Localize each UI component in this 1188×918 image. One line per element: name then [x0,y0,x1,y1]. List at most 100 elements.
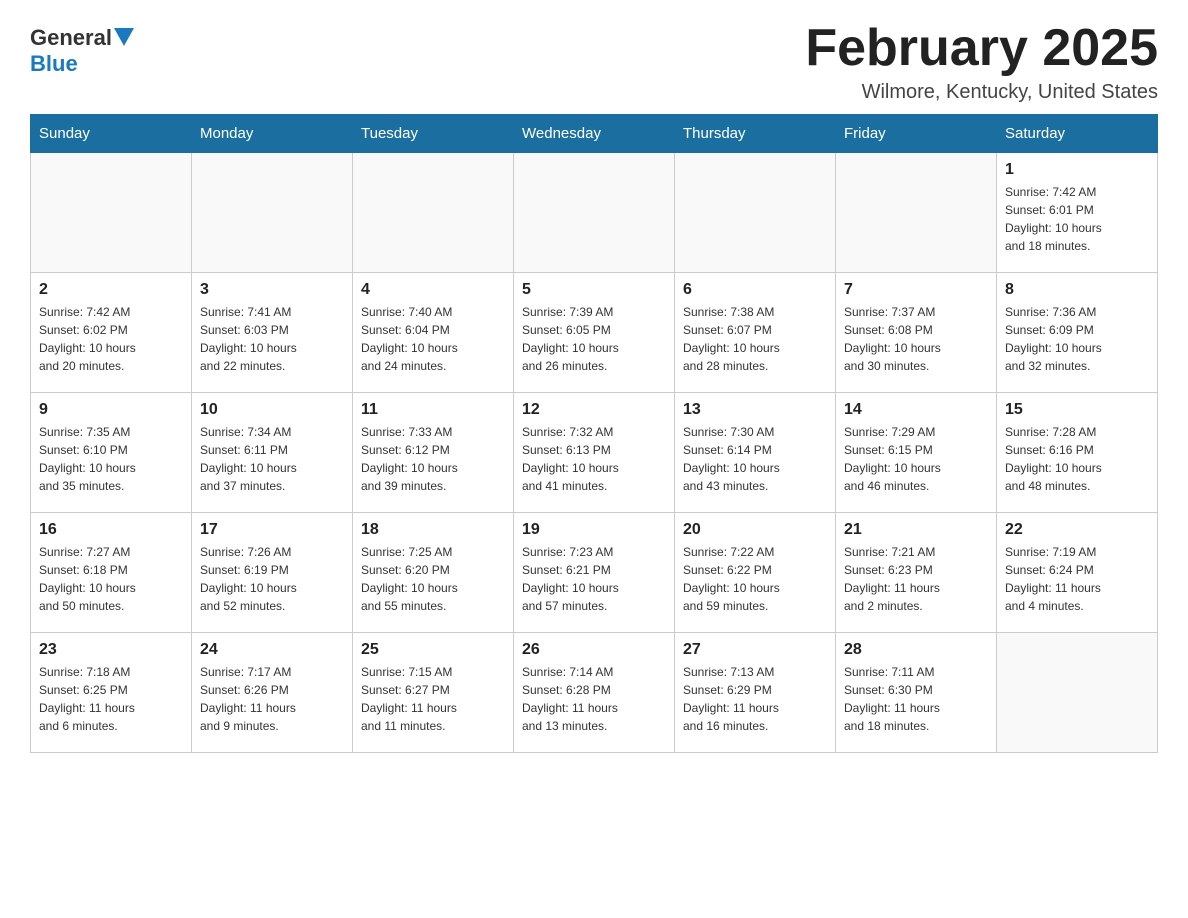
calendar-cell: 15 Sunrise: 7:28 AM Sunset: 6:16 PM Dayli… [997,393,1158,513]
calendar-cell [997,633,1158,753]
day-number: 9 [39,401,183,419]
calendar-cell: 9 Sunrise: 7:35 AM Sunset: 6:10 PM Daylig… [31,393,192,513]
day-info: Sunrise: 7:40 AM Sunset: 6:04 PM Dayligh… [361,303,505,375]
day-info: Sunrise: 7:41 AM Sunset: 6:03 PM Dayligh… [200,303,344,375]
day-number: 2 [39,281,183,299]
calendar-cell: 19 Sunrise: 7:23 AM Sunset: 6:21 PM Dayli… [514,513,675,633]
calendar-cell: 1 Sunrise: 7:42 AM Sunset: 6:01 PM Daylig… [997,153,1158,273]
day-number: 16 [39,521,183,539]
day-number: 24 [200,641,344,659]
day-info: Sunrise: 7:32 AM Sunset: 6:13 PM Dayligh… [522,423,666,495]
title-block: February 2025 Wilmore, Kentucky, United … [805,20,1158,104]
calendar-cell: 20 Sunrise: 7:22 AM Sunset: 6:22 PM Dayli… [675,513,836,633]
day-info: Sunrise: 7:26 AM Sunset: 6:19 PM Dayligh… [200,543,344,615]
day-number: 19 [522,521,666,539]
day-info: Sunrise: 7:42 AM Sunset: 6:01 PM Dayligh… [1005,183,1149,255]
day-number: 22 [1005,521,1149,539]
calendar-week-row: 16 Sunrise: 7:27 AM Sunset: 6:18 PM Dayli… [31,513,1158,633]
calendar-cell: 26Sunrise: 7:14 AM Sunset: 6:28 PM Dayli… [514,633,675,753]
calendar-cell [192,153,353,273]
day-info: Sunrise: 7:19 AM Sunset: 6:24 PM Dayligh… [1005,543,1149,615]
day-info: Sunrise: 7:25 AM Sunset: 6:20 PM Dayligh… [361,543,505,615]
day-info: Sunrise: 7:21 AM Sunset: 6:23 PM Dayligh… [844,543,988,615]
logo: General Blue [30,20,134,77]
header-friday: Friday [836,115,997,153]
calendar-cell: 14 Sunrise: 7:29 AM Sunset: 6:15 PM Dayli… [836,393,997,513]
calendar-cell: 11Sunrise: 7:33 AM Sunset: 6:12 PM Dayli… [353,393,514,513]
day-info: Sunrise: 7:27 AM Sunset: 6:18 PM Dayligh… [39,543,183,615]
day-info: Sunrise: 7:17 AM Sunset: 6:26 PM Dayligh… [200,663,344,735]
calendar-cell: 16 Sunrise: 7:27 AM Sunset: 6:18 PM Dayli… [31,513,192,633]
day-number: 1 [1005,161,1149,179]
calendar-cell: 12 Sunrise: 7:32 AM Sunset: 6:13 PM Dayli… [514,393,675,513]
day-number: 4 [361,281,505,299]
day-info: Sunrise: 7:29 AM Sunset: 6:15 PM Dayligh… [844,423,988,495]
calendar-cell [836,153,997,273]
day-number: 21 [844,521,988,539]
calendar-cell [353,153,514,273]
day-info: Sunrise: 7:18 AM Sunset: 6:25 PM Dayligh… [39,663,183,735]
calendar-cell: 3 Sunrise: 7:41 AM Sunset: 6:03 PM Daylig… [192,273,353,393]
header-saturday: Saturday [997,115,1158,153]
day-info: Sunrise: 7:11 AM Sunset: 6:30 PM Dayligh… [844,663,988,735]
calendar-table: Sunday Monday Tuesday Wednesday Thursday… [30,114,1158,753]
day-info: Sunrise: 7:39 AM Sunset: 6:05 PM Dayligh… [522,303,666,375]
day-number: 5 [522,281,666,299]
location-subtitle: Wilmore, Kentucky, United States [805,81,1158,104]
page-header: General Blue February 2025 Wilmore, Kent… [30,20,1158,104]
calendar-cell [675,153,836,273]
day-info: Sunrise: 7:13 AM Sunset: 6:29 PM Dayligh… [683,663,827,735]
calendar-cell: 22 Sunrise: 7:19 AM Sunset: 6:24 PM Dayli… [997,513,1158,633]
calendar-cell: 7Sunrise: 7:37 AM Sunset: 6:08 PM Daylig… [836,273,997,393]
calendar-cell: 17Sunrise: 7:26 AM Sunset: 6:19 PM Dayli… [192,513,353,633]
calendar-cell: 10 Sunrise: 7:34 AM Sunset: 6:11 PM Dayli… [192,393,353,513]
calendar-week-row: 2 Sunrise: 7:42 AM Sunset: 6:02 PM Daylig… [31,273,1158,393]
day-number: 28 [844,641,988,659]
header-sunday: Sunday [31,115,192,153]
calendar-cell: 21 Sunrise: 7:21 AM Sunset: 6:23 PM Dayli… [836,513,997,633]
calendar-cell [514,153,675,273]
day-info: Sunrise: 7:38 AM Sunset: 6:07 PM Dayligh… [683,303,827,375]
day-number: 13 [683,401,827,419]
header-thursday: Thursday [675,115,836,153]
day-number: 3 [200,281,344,299]
day-number: 10 [200,401,344,419]
calendar-cell [31,153,192,273]
calendar-cell: 8 Sunrise: 7:36 AM Sunset: 6:09 PM Daylig… [997,273,1158,393]
day-info: Sunrise: 7:28 AM Sunset: 6:16 PM Dayligh… [1005,423,1149,495]
day-number: 7 [844,281,988,299]
logo-general: General [30,25,112,51]
day-number: 23 [39,641,183,659]
calendar-week-row: 1 Sunrise: 7:42 AM Sunset: 6:01 PM Daylig… [31,153,1158,273]
calendar-cell: 2 Sunrise: 7:42 AM Sunset: 6:02 PM Daylig… [31,273,192,393]
day-info: Sunrise: 7:34 AM Sunset: 6:11 PM Dayligh… [200,423,344,495]
calendar-cell: 27 Sunrise: 7:13 AM Sunset: 6:29 PM Dayli… [675,633,836,753]
calendar-cell: 18 Sunrise: 7:25 AM Sunset: 6:20 PM Dayli… [353,513,514,633]
day-number: 15 [1005,401,1149,419]
calendar-cell: 4 Sunrise: 7:40 AM Sunset: 6:04 PM Daylig… [353,273,514,393]
day-number: 20 [683,521,827,539]
day-number: 14 [844,401,988,419]
calendar-cell: 28 Sunrise: 7:11 AM Sunset: 6:30 PM Dayli… [836,633,997,753]
calendar-cell: 23 Sunrise: 7:18 AM Sunset: 6:25 PM Dayli… [31,633,192,753]
calendar-header-row: Sunday Monday Tuesday Wednesday Thursday… [31,115,1158,153]
day-info: Sunrise: 7:22 AM Sunset: 6:22 PM Dayligh… [683,543,827,615]
day-number: 27 [683,641,827,659]
day-info: Sunrise: 7:23 AM Sunset: 6:21 PM Dayligh… [522,543,666,615]
calendar-week-row: 23 Sunrise: 7:18 AM Sunset: 6:25 PM Dayli… [31,633,1158,753]
calendar-cell: 25Sunrise: 7:15 AM Sunset: 6:27 PM Dayli… [353,633,514,753]
day-info: Sunrise: 7:35 AM Sunset: 6:10 PM Dayligh… [39,423,183,495]
day-info: Sunrise: 7:14 AM Sunset: 6:28 PM Dayligh… [522,663,666,735]
day-number: 25 [361,641,505,659]
day-number: 12 [522,401,666,419]
day-number: 11 [361,401,505,419]
day-info: Sunrise: 7:42 AM Sunset: 6:02 PM Dayligh… [39,303,183,375]
header-tuesday: Tuesday [353,115,514,153]
day-info: Sunrise: 7:30 AM Sunset: 6:14 PM Dayligh… [683,423,827,495]
day-info: Sunrise: 7:36 AM Sunset: 6:09 PM Dayligh… [1005,303,1149,375]
month-title: February 2025 [805,20,1158,77]
day-number: 6 [683,281,827,299]
calendar-cell: 5 Sunrise: 7:39 AM Sunset: 6:05 PM Daylig… [514,273,675,393]
day-number: 8 [1005,281,1149,299]
day-number: 18 [361,521,505,539]
